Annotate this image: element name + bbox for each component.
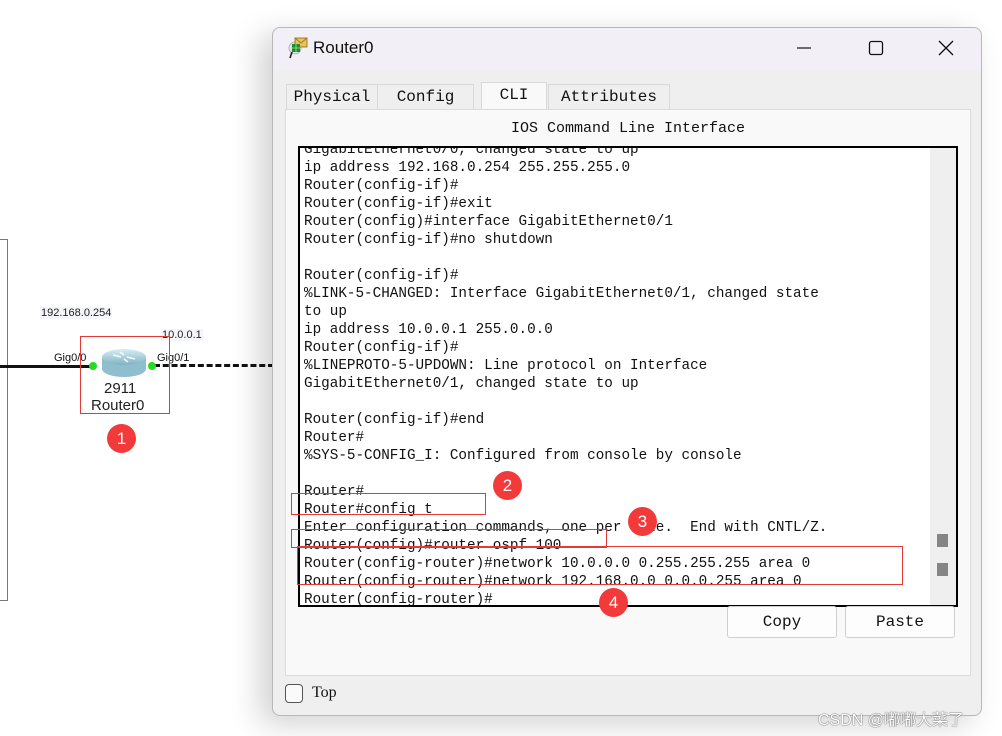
window-title: Router0 bbox=[313, 38, 374, 57]
ip-label-gig00: 192.168.0.254 bbox=[40, 307, 113, 319]
cli-line: GigabitEthernet0/0, changed state to up bbox=[304, 146, 639, 158]
router-app-icon bbox=[288, 37, 308, 59]
tab-physical[interactable]: Physical bbox=[286, 84, 378, 109]
cli-line: %LINK-5-CHANGED: Interface GigabitEthern… bbox=[304, 286, 819, 302]
cli-line: Router(config-if)#exit bbox=[304, 196, 493, 212]
annotation-badge-2: 2 bbox=[493, 471, 522, 500]
cli-line: %LINEPROTO-5-UPDOWN: Line protocol on In… bbox=[304, 358, 708, 374]
cli-line: Router(config)#interface GigabitEthernet… bbox=[304, 214, 673, 230]
paste-button[interactable]: Paste bbox=[845, 606, 955, 638]
minimize-button[interactable] bbox=[781, 28, 827, 68]
cli-line: Router(config-if)# bbox=[304, 178, 459, 194]
router0-window: Router0 Physical Config CLI Attributes I… bbox=[272, 27, 982, 716]
cli-panel: IOS Command Line Interface GigabitEthern… bbox=[285, 109, 971, 676]
top-checkbox[interactable] bbox=[285, 684, 303, 703]
cli-line: ip address 192.168.0.254 255.255.255.0 bbox=[304, 160, 631, 176]
cli-line bbox=[304, 465, 924, 483]
watermark: CSDN @嘟嘟大菜了 bbox=[818, 712, 965, 729]
cli-line: Router(config-if)# bbox=[304, 268, 459, 284]
panel-title: IOS Command Line Interface bbox=[510, 120, 746, 137]
cli-line: %SYS-5-CONFIG_I: Configured from console… bbox=[304, 448, 742, 464]
title-bar[interactable]: Router0 bbox=[273, 28, 981, 70]
link-gig01[interactable] bbox=[154, 364, 274, 367]
cli-line: ip address 10.0.0.1 255.0.0.0 bbox=[304, 322, 553, 338]
cli-line: Router# bbox=[304, 430, 365, 446]
cli-line: Router(config-if)# bbox=[304, 340, 459, 356]
cli-line: Router(config-if)#no shutdown bbox=[304, 232, 553, 248]
cli-line: to up bbox=[304, 304, 347, 320]
device-box[interactable] bbox=[0, 239, 8, 601]
tab-config[interactable]: Config bbox=[377, 84, 474, 109]
cli-line: Router(config-if)#end bbox=[304, 412, 485, 428]
maximize-icon bbox=[868, 40, 884, 56]
close-icon bbox=[938, 40, 954, 56]
minimize-icon bbox=[797, 47, 811, 49]
annotation-box-router bbox=[80, 336, 170, 414]
link-gig00[interactable] bbox=[0, 365, 92, 368]
maximize-button[interactable] bbox=[853, 28, 899, 68]
annotation-badge-4: 4 bbox=[599, 588, 628, 617]
copy-button[interactable]: Copy bbox=[727, 606, 837, 638]
scroll-down-handle[interactable] bbox=[937, 563, 948, 576]
cli-line bbox=[304, 393, 924, 411]
annotation-box-config-t bbox=[291, 493, 486, 515]
top-checkbox-label: Top bbox=[312, 684, 337, 701]
cli-line bbox=[304, 249, 924, 267]
tab-attributes[interactable]: Attributes bbox=[548, 84, 670, 109]
close-button[interactable] bbox=[923, 28, 969, 68]
annotation-badge-1: 1 bbox=[107, 424, 136, 453]
annotation-badge-3: 3 bbox=[628, 507, 657, 536]
scroll-up-handle[interactable] bbox=[937, 534, 948, 547]
cli-line: GigabitEthernet0/1, changed state to up bbox=[304, 376, 639, 392]
terminal-scrollbar[interactable] bbox=[930, 148, 956, 605]
tab-cli[interactable]: CLI bbox=[481, 82, 547, 110]
annotation-box-network-commands bbox=[297, 546, 903, 585]
